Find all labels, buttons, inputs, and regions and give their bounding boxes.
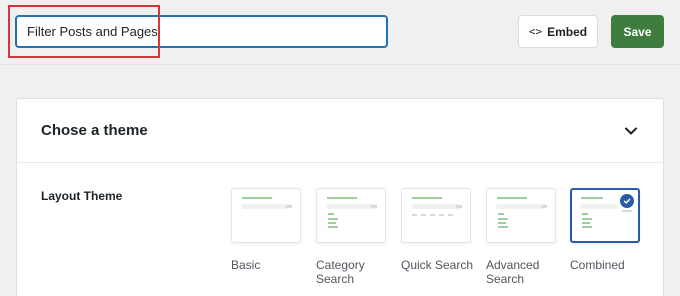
theme-panel-header[interactable]: Chose a theme (17, 99, 663, 163)
theme-thumbnail (570, 188, 640, 243)
panel-title: Chose a theme (41, 122, 148, 139)
theme-option-advanced-search[interactable]: Advanced Search (486, 188, 556, 286)
theme-label: Combined (570, 258, 625, 272)
chevron-down-icon[interactable] (623, 123, 639, 139)
theme-option-combined[interactable]: Combined (570, 188, 640, 272)
layout-theme-label: Layout Theme (41, 189, 123, 203)
theme-label: Advanced Search (486, 258, 540, 286)
embed-button[interactable]: <> Embed (518, 15, 598, 48)
theme-option-basic[interactable]: Basic (231, 188, 301, 272)
header-divider (0, 64, 680, 65)
theme-panel: Chose a theme Layout Theme Basic Categor… (16, 98, 664, 296)
check-icon (620, 194, 634, 208)
theme-option-quick-search[interactable]: Quick Search (401, 188, 473, 272)
save-button[interactable]: Save (611, 15, 664, 48)
theme-label: Quick Search (401, 258, 474, 272)
title-input[interactable] (15, 15, 388, 48)
theme-option-category-search[interactable]: Category Search (316, 188, 386, 286)
theme-label: Category Search (316, 258, 365, 286)
code-icon: <> (528, 25, 543, 38)
theme-thumbnail (486, 188, 556, 243)
theme-thumbnail (316, 188, 386, 243)
theme-label: Basic (231, 258, 261, 272)
theme-thumbnail (401, 188, 471, 243)
theme-thumbnail (231, 188, 301, 243)
embed-button-label: Embed (547, 24, 588, 39)
